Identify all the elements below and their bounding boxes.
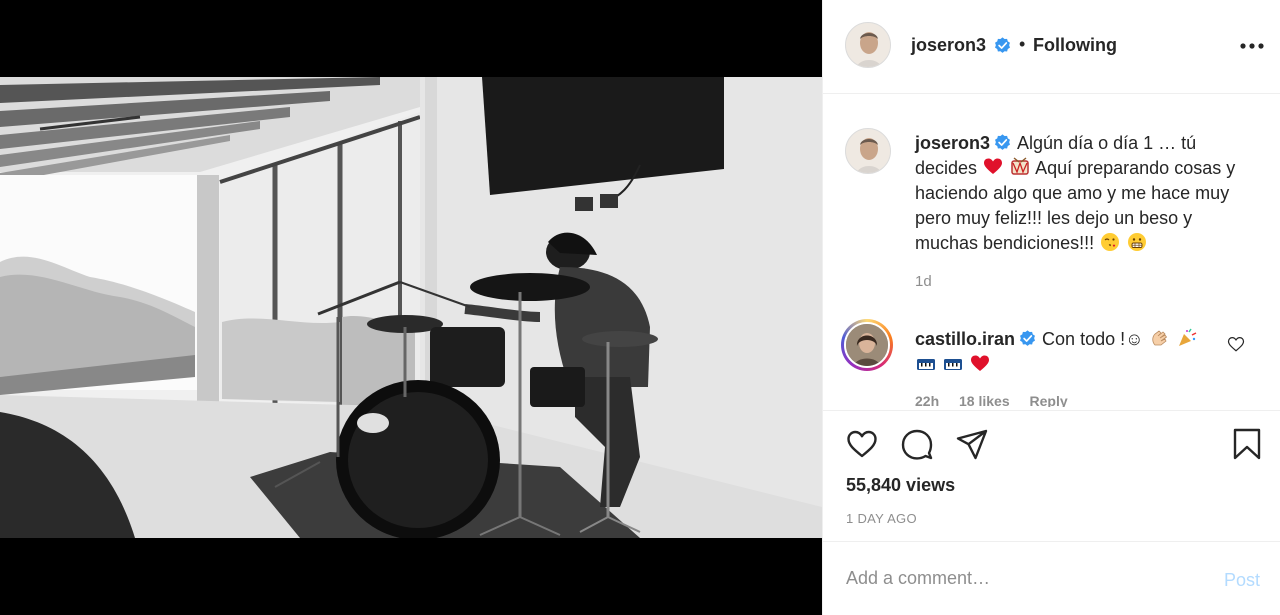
post-media[interactable]: [0, 0, 822, 615]
commenter-avatar[interactable]: [841, 319, 893, 371]
comment-like-icon[interactable]: [1227, 335, 1245, 353]
more-options-icon[interactable]: [1237, 36, 1267, 56]
red-heart-emoji-icon: [971, 355, 990, 371]
comment-input[interactable]: [846, 568, 1206, 589]
face-blowing-kiss-emoji-icon: [1101, 233, 1120, 251]
post-details-panel: joseron3 • Following joseron3 Algún día o…: [822, 0, 1280, 615]
post-comment-button[interactable]: Post: [1224, 570, 1260, 591]
drum-emoji-icon: [1011, 157, 1029, 175]
header-separator: •: [1019, 34, 1026, 54]
comments-list[interactable]: joseron3 Algún día o día 1 … tú decides A…: [823, 95, 1280, 407]
red-heart-emoji-icon: [984, 158, 1003, 174]
caption-avatar[interactable]: [845, 128, 891, 174]
post-actions: 55,840 views 1 DAY AGO: [823, 410, 1280, 540]
video-frame: [0, 77, 822, 538]
view-count[interactable]: 55,840 views: [846, 475, 955, 496]
verified-badge-icon: [995, 134, 1011, 150]
clapping-hands-emoji-icon: [1151, 330, 1167, 346]
comment-likes[interactable]: 18 likes: [959, 393, 1010, 407]
post-header: joseron3 • Following: [823, 0, 1280, 94]
post-video[interactable]: [0, 77, 822, 538]
comment-meta: 22h 18 likes Reply: [915, 393, 1084, 407]
author-avatar[interactable]: [845, 22, 891, 68]
comment-timestamp[interactable]: 22h: [915, 393, 939, 407]
musical-keyboard-emoji-icon: [917, 359, 935, 370]
caption-avatar-image: [846, 129, 890, 173]
comment-icon[interactable]: [900, 427, 934, 461]
party-popper-emoji-icon: [1178, 328, 1196, 346]
caption-timestamp[interactable]: 1d: [915, 273, 932, 290]
verified-badge-icon: [1020, 330, 1036, 346]
following-button[interactable]: Following: [1033, 35, 1117, 56]
post-date[interactable]: 1 DAY AGO: [846, 511, 917, 526]
author-avatar-image: [846, 23, 890, 67]
grimacing-face-emoji-icon: [1128, 233, 1147, 251]
comment: castillo.iran Con todo !☺: [915, 326, 1225, 378]
comment-composer: Post: [823, 541, 1280, 615]
reply-button[interactable]: Reply: [1030, 393, 1068, 407]
save-icon[interactable]: [1230, 427, 1264, 461]
commenter-username[interactable]: castillo.iran: [915, 329, 1015, 349]
comment-text: Con todo !☺: [1042, 329, 1144, 349]
caption-username[interactable]: joseron3: [915, 133, 990, 153]
share-icon[interactable]: [955, 427, 989, 461]
verified-badge-icon: [995, 37, 1010, 53]
commenter-avatar-image: [846, 324, 888, 366]
musical-keyboard-emoji-icon: [944, 359, 963, 370]
like-icon[interactable]: [845, 427, 879, 461]
caption: joseron3 Algún día o día 1 … tú decides A…: [915, 131, 1260, 256]
author-username[interactable]: joseron3: [911, 35, 986, 56]
